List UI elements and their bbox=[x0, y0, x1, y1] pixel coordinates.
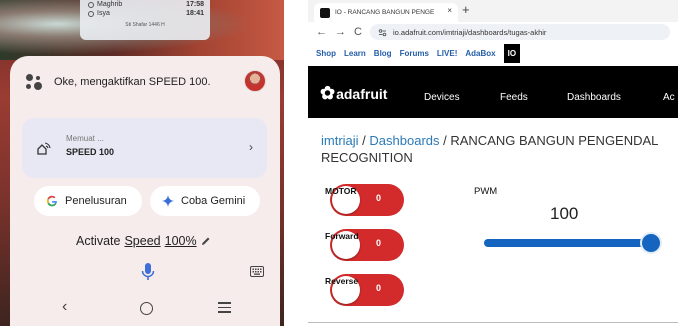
assistant-response-row: Oke, mengaktifkan SPEED 100. bbox=[24, 70, 266, 92]
menu-link-live[interactable]: LIVE! bbox=[437, 49, 457, 58]
screenshot-root: Maghrib 17:58 Isya 18:41 Sti Shafar 1446… bbox=[0, 0, 678, 326]
hijri-date: Sti Shafar 1446 H bbox=[125, 22, 165, 28]
query-word: Activate bbox=[76, 234, 121, 248]
dashboard-title: RANCANG BANGUN PENGENDAL bbox=[450, 133, 659, 148]
dashboard-title-line2: RECOGNITION bbox=[321, 150, 413, 165]
breadcrumb-separator: / bbox=[358, 133, 370, 148]
search-chip[interactable]: Penelusuran bbox=[34, 186, 142, 216]
prayer-row: Maghrib 17:58 bbox=[80, 0, 210, 9]
prayer-radio-icon bbox=[88, 1, 94, 8]
menu-link-shop[interactable]: Shop bbox=[316, 49, 336, 58]
prayer-radio-icon bbox=[88, 10, 94, 17]
breadcrumb-dashboards-link[interactable]: Dashboards bbox=[369, 133, 439, 148]
assistant-response-text: Oke, mengaktifkan SPEED 100. bbox=[54, 76, 211, 88]
tab-title: IO - RANCANG BANGUN PENGE bbox=[335, 9, 435, 16]
toggle-value: 0 bbox=[376, 283, 382, 293]
menu-link-blog[interactable]: Blog bbox=[374, 49, 392, 58]
divider bbox=[308, 322, 678, 323]
header-nav-feeds[interactable]: Feeds bbox=[500, 92, 528, 103]
site-info-icon[interactable] bbox=[378, 28, 387, 37]
slider-thumb[interactable] bbox=[640, 232, 662, 254]
breadcrumb-user-link[interactable]: imtriaji bbox=[321, 133, 359, 148]
google-assistant-icon bbox=[24, 73, 46, 91]
voice-query-text: Activate Speed 100% bbox=[76, 234, 211, 248]
card-command: SPEED 100 bbox=[66, 147, 115, 157]
adafruit-flower-icon: ✿ bbox=[320, 83, 336, 103]
breadcrumb-separator: / bbox=[439, 133, 451, 148]
header-nav-devices[interactable]: Devices bbox=[424, 92, 460, 103]
menu-link-adabox[interactable]: AdaBox bbox=[465, 49, 495, 58]
google-g-icon bbox=[46, 195, 58, 207]
back-arrow-icon[interactable]: ← bbox=[316, 26, 327, 38]
nav-back-button[interactable]: ‹ bbox=[62, 298, 67, 316]
menu-link-learn[interactable]: Learn bbox=[344, 49, 366, 58]
adafruit-top-menu: Shop Learn Blog Forums LIVE! AdaBox IO bbox=[308, 42, 678, 64]
avatar[interactable] bbox=[244, 70, 266, 92]
forward-label: Forward bbox=[325, 231, 359, 241]
address-bar-row: ← → C io.adafruit.com/imtriaji/dashboard… bbox=[308, 22, 678, 42]
adafruit-header: ✿ adafruit Devices Feeds Dashboards Ac bbox=[308, 66, 678, 118]
keyboard-icon[interactable] bbox=[250, 266, 264, 277]
toggle-value: 0 bbox=[376, 193, 382, 203]
prayer-row: Isya 18:41 bbox=[80, 9, 210, 18]
nav-recents-button[interactable] bbox=[218, 302, 231, 313]
tab-close-icon[interactable]: × bbox=[447, 6, 452, 15]
edit-pencil-icon[interactable] bbox=[201, 236, 211, 246]
browser-window: IO - RANCANG BANGUN PENGE × + ← → C io.a… bbox=[308, 0, 678, 326]
menu-link-forums[interactable]: Forums bbox=[400, 49, 429, 58]
header-nav-actions[interactable]: Ac bbox=[663, 92, 675, 103]
card-status: Memuat ... bbox=[66, 134, 104, 143]
chevron-right-icon: › bbox=[249, 140, 253, 154]
slider-track bbox=[484, 239, 651, 247]
gemini-chip[interactable]: Coba Gemini bbox=[150, 186, 260, 216]
motor-label: MOTOR bbox=[325, 186, 357, 196]
home-device-icon bbox=[37, 142, 51, 155]
url-field[interactable]: io.adafruit.com/imtriaji/dashboards/tuga… bbox=[370, 24, 670, 40]
toggle-value: 0 bbox=[376, 238, 382, 248]
loading-card[interactable]: Memuat ... SPEED 100 › bbox=[22, 118, 267, 178]
forward-arrow-icon[interactable]: → bbox=[335, 26, 346, 38]
query-word: Speed bbox=[124, 234, 161, 248]
gemini-chip-label: Coba Gemini bbox=[181, 195, 246, 207]
adafruit-favicon-icon bbox=[320, 7, 330, 18]
tab-strip: IO - RANCANG BANGUN PENGE × + bbox=[308, 0, 678, 22]
nav-home-button[interactable] bbox=[140, 302, 153, 315]
logo-text: adafruit bbox=[336, 85, 388, 102]
phone-screen: Maghrib 17:58 Isya 18:41 Sti Shafar 1446… bbox=[0, 0, 284, 326]
microphone-icon[interactable] bbox=[141, 263, 155, 281]
query-word: 100% bbox=[164, 234, 197, 248]
reverse-label: Reverse bbox=[325, 276, 359, 286]
url-text: io.adafruit.com/imtriaji/dashboards/tuga… bbox=[393, 27, 547, 37]
prayer-name: Isya bbox=[97, 10, 110, 17]
assistant-sheet: Oke, mengaktifkan SPEED 100. Memuat ... … bbox=[10, 56, 280, 326]
prayer-times-widget: Maghrib 17:58 Isya 18:41 Sti Shafar 1446… bbox=[80, 0, 210, 40]
prayer-name: Maghrib bbox=[97, 1, 123, 8]
menu-link-io[interactable]: IO bbox=[503, 43, 521, 63]
header-nav-dashboards[interactable]: Dashboards bbox=[567, 92, 621, 103]
browser-tab[interactable]: IO - RANCANG BANGUN PENGE × bbox=[314, 3, 458, 22]
pwm-label: PWM bbox=[474, 186, 498, 197]
gemini-sparkle-icon bbox=[162, 195, 174, 207]
breadcrumb: imtriaji / Dashboards / RANCANG BANGUN P… bbox=[321, 132, 678, 166]
adafruit-logo[interactable]: ✿ adafruit bbox=[320, 83, 387, 104]
android-nav-bar: ‹ bbox=[10, 294, 280, 326]
reload-icon[interactable]: C bbox=[354, 26, 362, 38]
pwm-slider[interactable] bbox=[484, 232, 662, 254]
pwm-value: 100 bbox=[550, 204, 579, 223]
prayer-time: 18:41 bbox=[186, 10, 204, 17]
search-chip-label: Penelusuran bbox=[65, 195, 127, 207]
new-tab-button[interactable]: + bbox=[462, 2, 470, 17]
prayer-time: 17:58 bbox=[186, 1, 204, 8]
